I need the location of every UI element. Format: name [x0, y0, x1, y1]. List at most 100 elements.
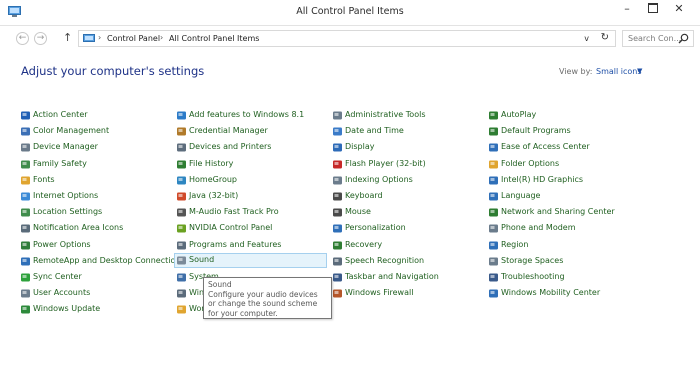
- window-title: All Control Panel Items: [296, 6, 404, 17]
- minimize-button[interactable]: –: [616, 0, 638, 20]
- forward-button[interactable]: →: [34, 32, 47, 45]
- item-nvidia-control-panel[interactable]: NVIDIA Control Panel: [176, 221, 326, 236]
- close-button[interactable]: ✕: [668, 0, 690, 20]
- item-label: Sound: [189, 254, 215, 264]
- power-icon: [21, 241, 30, 250]
- item-date-and-time[interactable]: Date and Time: [332, 124, 482, 139]
- item-phone-and-modem[interactable]: Phone and Modem: [488, 221, 638, 236]
- remoteapp-icon: [21, 257, 30, 266]
- homegroup-icon: [177, 176, 186, 185]
- item-ease-of-access-center[interactable]: Ease of Access Center: [488, 140, 638, 155]
- item-device-manager[interactable]: Device Manager: [20, 140, 170, 155]
- item-windows-update[interactable]: Windows Update: [20, 302, 170, 317]
- title-bar: All Control Panel Items – ✕: [0, 0, 700, 26]
- search-icon[interactable]: [678, 33, 689, 44]
- item-label: Speech Recognition: [345, 255, 425, 265]
- item-internet-options[interactable]: Internet Options: [20, 189, 170, 204]
- item-label: Devices and Printers: [189, 142, 272, 152]
- region-icon: [489, 241, 498, 250]
- item-action-center[interactable]: Action Center: [20, 108, 170, 123]
- clock-icon: [333, 127, 342, 136]
- java-icon: [177, 192, 186, 201]
- item-intel-r-hd-graphics[interactable]: Intel(R) HD Graphics: [488, 173, 638, 188]
- address-dropdown-button[interactable]: v: [584, 34, 589, 43]
- item-notification-area-icons[interactable]: Notification Area Icons: [20, 221, 170, 236]
- item-folder-options[interactable]: Folder Options: [488, 157, 638, 172]
- item-default-programs[interactable]: Default Programs: [488, 124, 638, 139]
- item-language[interactable]: Language: [488, 189, 638, 204]
- chevron-down-icon[interactable]: ▼: [637, 67, 642, 75]
- item-region[interactable]: Region: [488, 238, 638, 253]
- breadcrumb-all-items[interactable]: All Control Panel Items: [169, 34, 259, 43]
- item-storage-spaces[interactable]: Storage Spaces: [488, 254, 638, 269]
- printer-icon: [177, 143, 186, 152]
- item-mouse[interactable]: Mouse: [332, 205, 482, 220]
- item-administrative-tools[interactable]: Administrative Tools: [332, 108, 482, 123]
- item-personalization[interactable]: Personalization: [332, 221, 482, 236]
- item-label: Troubleshooting: [501, 272, 565, 281]
- refresh-button[interactable]: ↻: [601, 32, 609, 43]
- microphone-icon: [333, 257, 342, 266]
- tooltip-text: Configure your audio devices or change t…: [208, 289, 318, 318]
- item-java-32-bit[interactable]: Java (32-bit): [176, 189, 326, 204]
- address-bar[interactable]: › Control Panel › All Control Panel Item…: [78, 30, 616, 47]
- nvidia-icon: [177, 224, 186, 233]
- item-label: Credential Manager: [189, 126, 268, 136]
- item-network-and-sharing-center[interactable]: Network and Sharing Center: [488, 205, 638, 220]
- item-location-settings[interactable]: Location Settings: [20, 205, 170, 220]
- item-flash-player-32-bit[interactable]: Flash Player (32-bit): [332, 157, 482, 172]
- item-label: M-Audio Fast Track Pro: [189, 207, 279, 217]
- maximize-button[interactable]: [642, 0, 664, 20]
- up-button[interactable]: ↑: [63, 31, 72, 44]
- item-taskbar-and-navigation[interactable]: Taskbar and Navigation: [332, 270, 482, 285]
- item-speech-recognition[interactable]: Speech Recognition: [332, 254, 482, 269]
- credential-icon: [177, 127, 186, 136]
- item-troubleshooting[interactable]: Troubleshooting: [488, 270, 638, 285]
- item-programs-and-features[interactable]: Programs and Features: [176, 238, 326, 253]
- item-label: Java (32-bit): [189, 191, 239, 200]
- sync-icon: [21, 273, 30, 282]
- item-autoplay[interactable]: AutoPlay: [488, 108, 638, 123]
- breadcrumb-separator-icon: ›: [160, 33, 164, 42]
- breadcrumb-control-panel[interactable]: Control Panel: [107, 34, 160, 43]
- item-user-accounts[interactable]: User Accounts: [20, 286, 170, 301]
- item-display[interactable]: Display: [332, 140, 482, 155]
- item-m-audio-fast-track-pro[interactable]: M-Audio Fast Track Pro: [176, 205, 326, 220]
- item-label: Date and Time: [345, 126, 404, 136]
- item-remoteapp-and-desktop-connections[interactable]: RemoteApp and Desktop Connections: [20, 254, 185, 269]
- work-folders-icon: [177, 305, 186, 314]
- ease-of-access-icon: [489, 143, 498, 152]
- globe-icon: [21, 192, 30, 201]
- item-sync-center[interactable]: Sync Center: [20, 270, 170, 285]
- item-power-options[interactable]: Power Options: [20, 238, 170, 253]
- item-credential-manager[interactable]: Credential Manager: [176, 124, 326, 139]
- item-sound[interactable]: Sound: [174, 252, 327, 268]
- item-windows-firewall[interactable]: Windows Firewall: [332, 286, 482, 301]
- back-button[interactable]: ←: [16, 32, 29, 45]
- item-recovery[interactable]: Recovery: [332, 238, 482, 253]
- maximize-icon: [648, 3, 658, 13]
- item-label: Mouse: [345, 207, 371, 217]
- item-label: Storage Spaces: [501, 255, 564, 265]
- item-devices-and-printers[interactable]: Devices and Printers: [176, 140, 326, 155]
- view-by-dropdown[interactable]: Small icons: [596, 67, 642, 76]
- item-family-safety[interactable]: Family Safety: [20, 157, 170, 172]
- item-label: Programs and Features: [189, 239, 282, 249]
- item-add-features-to-windows-8-1[interactable]: Add features to Windows 8.1: [176, 108, 326, 123]
- item-color-management[interactable]: Color Management: [20, 124, 170, 139]
- item-label: Windows Update: [33, 304, 101, 314]
- item-file-history[interactable]: File History: [176, 157, 326, 172]
- item-indexing-options[interactable]: Indexing Options: [332, 173, 482, 188]
- item-label: Location Settings: [33, 207, 103, 217]
- item-label: Folder Options: [501, 158, 560, 168]
- item-windows-mobility-center[interactable]: Windows Mobility Center: [488, 286, 638, 301]
- item-label: Administrative Tools: [345, 110, 426, 119]
- item-label: Personalization: [345, 223, 406, 233]
- item-label: Windows Firewall: [345, 288, 414, 298]
- search-input[interactable]: Search Con...: [622, 30, 694, 47]
- item-homegroup[interactable]: HomeGroup: [176, 173, 326, 188]
- item-keyboard[interactable]: Keyboard: [332, 189, 482, 204]
- item-fonts[interactable]: Fonts: [20, 173, 170, 188]
- item-label: Windows Mobility Center: [501, 288, 601, 298]
- folder-icon: [489, 160, 498, 169]
